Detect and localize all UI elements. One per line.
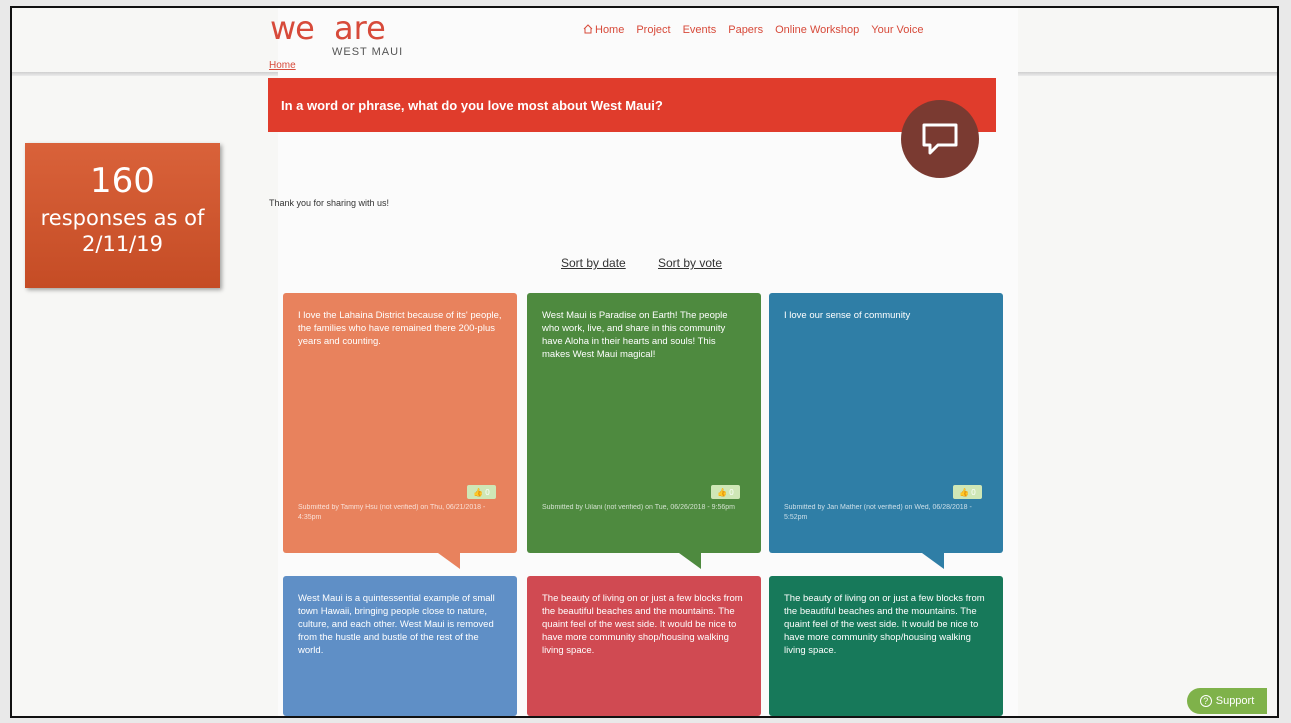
- we-are-west-maui-logo[interactable]: we are WEST MAUI: [270, 10, 420, 62]
- response-text: I love our sense of community: [784, 310, 911, 321]
- card-pointer: [679, 553, 701, 569]
- response-count-box: 160 responses as of 2/11/19: [25, 143, 220, 288]
- nav-papers[interactable]: Papers: [728, 24, 763, 36]
- nav-online-workshop[interactable]: Online Workshop: [775, 24, 859, 36]
- nav-events[interactable]: Events: [683, 24, 717, 36]
- response-text: West Maui is a quintessential example of…: [298, 593, 495, 656]
- sort-by-date-link[interactable]: Sort by date: [561, 256, 626, 270]
- question-text: In a word or phrase, what do you love mo…: [281, 98, 663, 113]
- thumbs-up-icon: 👍: [473, 487, 484, 497]
- logo-we: we: [270, 9, 315, 47]
- response-card[interactable]: I love the Lahaina District because of i…: [283, 293, 517, 553]
- response-count-caption: responses as of 2/11/19: [40, 206, 205, 256]
- vote-button[interactable]: 👍 0: [711, 485, 740, 499]
- submitted-by: Submitted by Jan Mather (not verified) o…: [784, 504, 972, 521]
- help-icon: ?: [1199, 695, 1212, 707]
- response-card[interactable]: West Maui is Paradise on Earth! The peop…: [527, 293, 761, 553]
- logo-are: are: [334, 9, 386, 47]
- home-icon: [583, 24, 593, 34]
- response-card[interactable]: The beauty of living on or just a few bl…: [769, 576, 1003, 716]
- card-pointer: [922, 553, 944, 569]
- submitted-by: Submitted by Uilani (not verified) on Tu…: [542, 504, 735, 511]
- vote-button[interactable]: 👍 0: [467, 485, 496, 499]
- nav-home-label: Home: [595, 24, 625, 36]
- response-text: The beauty of living on or just a few bl…: [542, 593, 743, 656]
- vote-count: 0: [971, 487, 976, 497]
- response-card[interactable]: The beauty of living on or just a few bl…: [527, 576, 761, 716]
- response-card[interactable]: West Maui is a quintessential example of…: [283, 576, 517, 716]
- thank-you-text: Thank you for sharing with us!: [269, 198, 390, 208]
- nav-project[interactable]: Project: [636, 24, 670, 36]
- vote-count: 0: [485, 487, 490, 497]
- vote-count: 0: [729, 487, 734, 497]
- response-count: 160: [90, 161, 155, 201]
- breadcrumb-home[interactable]: Home: [269, 60, 296, 71]
- logo-subtitle: WEST MAUI: [332, 46, 404, 58]
- support-label: Support: [1215, 695, 1255, 707]
- response-text: West Maui is Paradise on Earth! The peop…: [542, 310, 728, 360]
- nav-home[interactable]: Home: [583, 24, 624, 36]
- response-text: The beauty of living on or just a few bl…: [784, 593, 985, 656]
- thumbs-up-icon: 👍: [959, 487, 970, 497]
- main-nav: Home Project Events Papers Online Worksh…: [583, 24, 923, 36]
- response-text: I love the Lahaina District because of i…: [298, 310, 502, 347]
- support-button[interactable]: ? Support: [1187, 688, 1267, 714]
- sort-by-vote-link[interactable]: Sort by vote: [658, 256, 722, 270]
- vote-button[interactable]: 👍 0: [953, 485, 982, 499]
- nav-your-voice[interactable]: Your Voice: [871, 24, 923, 36]
- submitted-by: Submitted by Tammy Hsu (not verified) on…: [298, 504, 486, 521]
- card-pointer: [438, 553, 460, 569]
- question-banner: In a word or phrase, what do you love mo…: [268, 78, 996, 132]
- speech-bubble-icon: [901, 100, 979, 178]
- thumbs-up-icon: 👍: [717, 487, 728, 497]
- response-card[interactable]: I love our sense of community 👍 0 Submitt…: [769, 293, 1003, 553]
